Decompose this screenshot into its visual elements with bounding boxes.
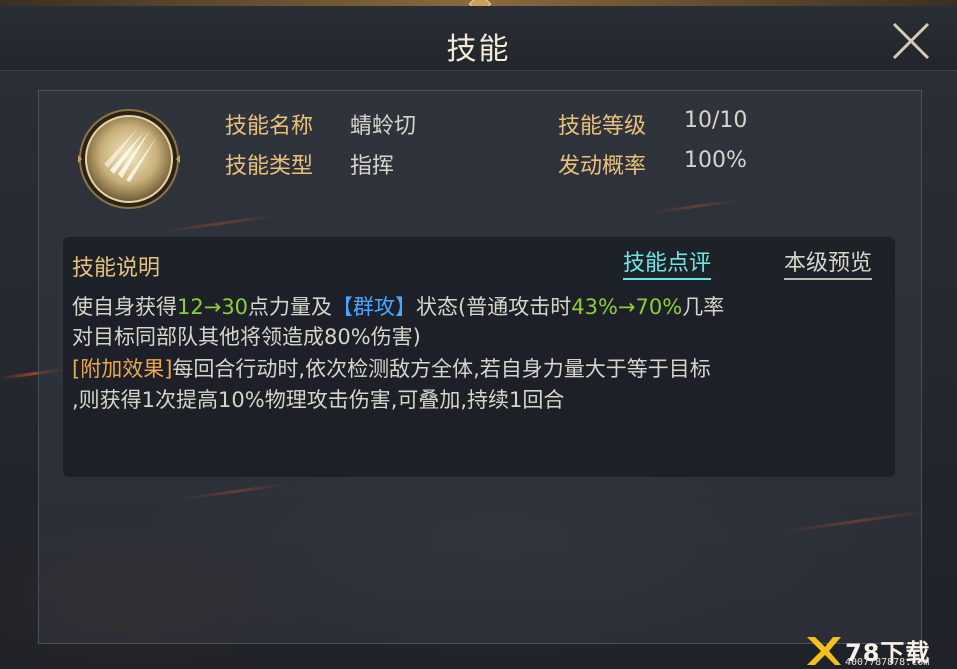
- skill-name-label: 技能名称: [225, 114, 314, 139]
- description-line-4: ,则获得1次提高10%物理攻击伤害,可叠加,持续1回合: [72, 388, 565, 412]
- desc-text: 几率: [682, 295, 725, 319]
- dialog-header: 技能: [0, 6, 957, 71]
- skill-type-label: 技能类型: [225, 154, 314, 179]
- skill-type-value: 指挥: [350, 154, 395, 179]
- skill-icon: [78, 108, 180, 210]
- skill-level-value: 10/10: [684, 108, 748, 133]
- spear-slash-icon: [78, 109, 180, 209]
- description-line-3: [附加效果]每回合行动时,依次检测敌方全体,若自身力量大于等于目标: [72, 353, 711, 383]
- trigger-rate-value: 100%: [684, 148, 747, 173]
- aoe-status-tag: 【群攻】: [332, 295, 417, 319]
- watermark-url: 4007787878.com: [845, 657, 930, 668]
- description-line-2: 对目标同部队其他将领造成80%伤害): [72, 325, 421, 349]
- skill-level-label: 技能等级: [558, 114, 647, 139]
- desc-text: 点力量及: [248, 295, 333, 319]
- close-icon: [892, 22, 930, 60]
- skill-name-value: 蜻蛉切: [350, 114, 417, 139]
- skill-review-link[interactable]: 技能点评: [623, 250, 712, 280]
- site-watermark: 78下载 4007787878.com: [803, 633, 957, 669]
- desc-text: 每回合行动时,依次检测敌方全体,若自身力量大于等于目标: [172, 357, 711, 381]
- chance-range: 43%→70%: [571, 295, 683, 319]
- trigger-rate-label: 发动概率: [558, 154, 647, 179]
- bonus-effect-tag: [附加效果]: [72, 357, 173, 381]
- level-preview-link[interactable]: 本级预览: [784, 250, 873, 280]
- description-title: 技能说明: [72, 256, 161, 281]
- desc-text: 状态(普通攻击时: [416, 295, 572, 319]
- desc-text: 使自身获得: [72, 295, 177, 319]
- close-button[interactable]: [890, 20, 932, 62]
- strength-range: 12→30: [177, 295, 249, 319]
- watermark-logo-icon: [807, 637, 841, 665]
- dialog-title: 技能: [446, 32, 511, 67]
- description-line-1: 使自身获得12→30点力量及【群攻】状态(普通攻击时43%→70%几率: [72, 291, 724, 321]
